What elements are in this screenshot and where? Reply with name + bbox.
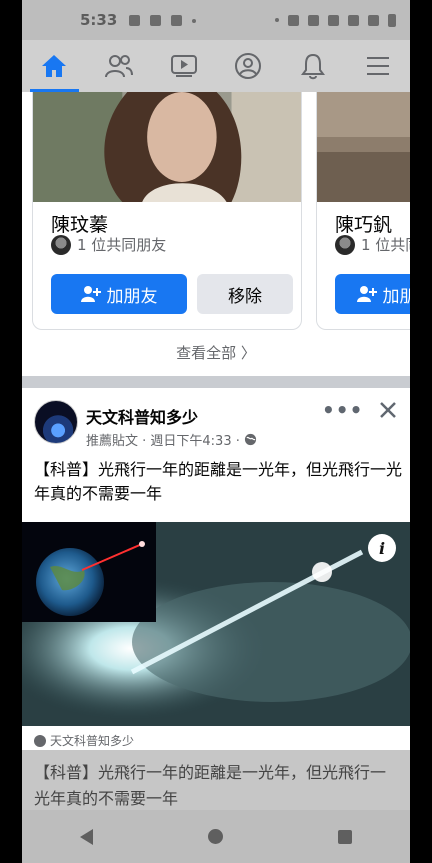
link-preview-title[interactable]: 【科普】光飛行一年的距離是一光年，但光飛行一光年真的不需要一年 (22, 750, 410, 810)
see-all-link[interactable]: 查看全部 〉 (22, 342, 410, 363)
mutual-friends[interactable]: 1 位共同朋友 (335, 234, 410, 255)
profile-photo[interactable] (33, 92, 301, 202)
friends-icon (105, 55, 133, 78)
globe-icon[interactable] (244, 433, 257, 446)
suggestion-name[interactable]: 陳玟蓁 (51, 210, 108, 237)
add-friend-button[interactable]: 加朋友 (51, 274, 187, 314)
profile-icon (235, 53, 262, 79)
feed-divider (22, 376, 410, 388)
top-nav (22, 40, 410, 92)
status-time: 5:33 (80, 11, 118, 29)
back-icon[interactable] (79, 828, 93, 845)
add-friend-label: 加朋友 (106, 286, 158, 307)
mutual-friend-avatar (335, 234, 355, 255)
status-right-icons (275, 13, 396, 27)
profile-photo[interactable] (317, 92, 410, 202)
add-friend-icon (356, 286, 377, 302)
add-friend-button[interactable]: 加朋友 (335, 274, 410, 314)
friend-suggestion-card[interactable]: 陳玟蓁 1 位共同朋友 加朋友 移除 (32, 92, 302, 330)
tab-menu[interactable] (345, 40, 410, 92)
wifi-icon (348, 14, 359, 26)
post-text: 【科普】光飛行一年的距離是一光年，但光飛行一光年真的不需要一年 (34, 460, 403, 503)
status-left-icons (129, 14, 197, 26)
bell-icon (301, 53, 326, 80)
page-name[interactable]: 天文科普知多少 (86, 404, 198, 428)
dot-icon (192, 18, 197, 23)
link-source-icon (34, 734, 46, 747)
mute-icon (328, 14, 339, 26)
android-icon (129, 14, 141, 26)
post-meta: 推薦貼文 · 週日下午4:33 · (86, 430, 257, 449)
post-meta-text: 推薦貼文 · 週日下午4:33 · (86, 434, 240, 449)
close-icon (380, 402, 396, 418)
signal-icon (368, 14, 379, 26)
mutual-friend-avatar (51, 234, 71, 255)
news-feed[interactable]: 陳玟蓁 1 位共同朋友 加朋友 移除 陳巧釩 1 位共 加 查看全部 〉 天文科… (22, 92, 410, 750)
info-button[interactable]: i (368, 534, 396, 562)
dot-icon (275, 18, 279, 22)
page-avatar[interactable] (34, 400, 78, 444)
people-you-may-know[interactable]: 陳玟蓁 1 位共同朋友 加朋友 移除 陳巧釩 1 位共 加 查看全部 〉 (22, 92, 410, 376)
mutual-friends[interactable]: 1 位共同朋友 (51, 234, 166, 255)
status-bar: 5:33 (22, 0, 410, 40)
screen: 5:33 陳玟蓁 1 位共同朋友 加朋友 移除 陳巧釩 1 位共 加 查看全部 … (0, 0, 432, 863)
suggestion-name[interactable]: 陳巧釩 (335, 210, 392, 237)
tab-watch[interactable] (151, 40, 216, 92)
mutual-friends-label: 1 位共同朋友 (77, 236, 167, 254)
recents-icon[interactable] (338, 829, 353, 844)
add-friend-label: 加朋友 (382, 286, 411, 307)
tab-home[interactable] (22, 40, 87, 92)
link-source[interactable]: 天文科普知多少 (34, 732, 134, 749)
menu-icon (366, 57, 389, 75)
post-image[interactable] (22, 522, 410, 726)
tab-notifications[interactable] (281, 40, 346, 92)
link-source-label: 天文科普知多少 (50, 734, 135, 748)
hide-post-button[interactable] (374, 396, 402, 424)
battery-icon (388, 13, 396, 27)
tab-friends[interactable] (87, 40, 152, 92)
remove-button[interactable]: 移除 (197, 274, 293, 314)
remove-label: 移除 (228, 286, 262, 307)
android-icon (171, 14, 183, 26)
add-friend-icon (80, 286, 101, 302)
mutual-friends-label: 1 位共同朋友 (361, 236, 410, 254)
friend-suggestion-card[interactable]: 陳巧釩 1 位共同朋友 加朋友 (316, 92, 410, 330)
cast-icon (288, 14, 299, 26)
tab-profile[interactable] (216, 40, 281, 92)
bluetooth-icon (308, 14, 319, 26)
home-button-icon[interactable] (207, 829, 223, 844)
home-icon (42, 55, 67, 77)
sync-icon (150, 14, 162, 26)
feed-post[interactable]: 天文科普知多少 推薦貼文 · 週日下午4:33 · ••• 【科普】光飛行一年的… (22, 388, 410, 750)
android-nav-bar (22, 810, 410, 863)
more-options-button[interactable]: ••• (322, 398, 362, 422)
video-icon (170, 55, 197, 77)
